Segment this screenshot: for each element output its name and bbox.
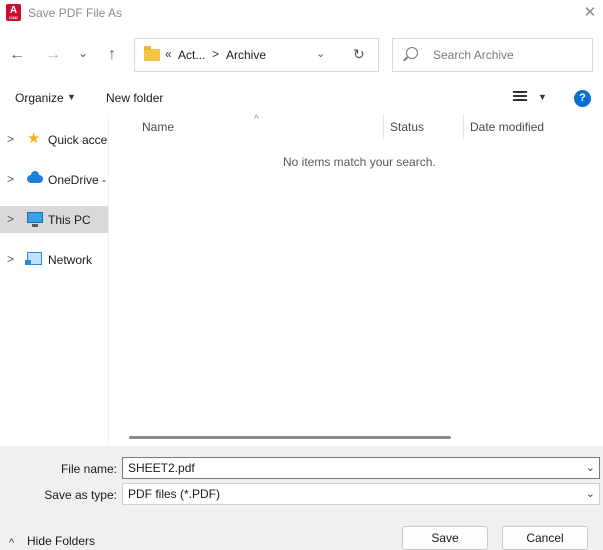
back-button[interactable]: ← — [6, 44, 28, 66]
address-bar[interactable]: « Act... > Archive ⌄ ↻ — [134, 38, 379, 72]
cancel-button[interactable]: Cancel — [502, 526, 588, 550]
breadcrumb-separator-icon[interactable]: > — [212, 47, 219, 61]
save-as-type-label: Save as type: — [44, 488, 117, 502]
column-divider[interactable] — [463, 114, 464, 139]
file-name-field[interactable]: SHEET2.pdf ⌄ — [122, 457, 600, 479]
expand-chevron-icon[interactable]: > — [7, 172, 14, 186]
chevron-down-icon[interactable]: ⌄ — [586, 458, 595, 478]
save-button[interactable]: Save — [402, 526, 488, 550]
breadcrumb-parent[interactable]: Act... — [178, 48, 205, 62]
refresh-icon[interactable]: ↻ — [353, 46, 365, 63]
sidebar-item-label: Network — [48, 253, 93, 267]
sidebar-item-label: This PC — [48, 213, 91, 227]
overflow-chevron-icon[interactable]: « — [165, 47, 172, 61]
hide-folders-button[interactable]: Hide Folders — [27, 534, 95, 548]
title-bar: A CAD Save PDF File As ✕ — [0, 0, 603, 28]
column-header-status[interactable]: Status — [390, 120, 424, 134]
close-icon[interactable]: ✕ — [579, 2, 601, 24]
sort-indicator-icon: ^ — [254, 114, 259, 125]
save-as-type-value[interactable]: PDF files (*.PDF) — [128, 487, 220, 501]
chevron-down-icon[interactable]: ⌄ — [586, 484, 595, 504]
view-caret-icon[interactable]: ▼ — [538, 92, 547, 102]
column-header-date-modified[interactable]: Date modified — [470, 120, 544, 134]
horizontal-scrollbar[interactable] — [129, 436, 451, 439]
address-dropdown-icon[interactable]: ⌄ — [316, 47, 325, 60]
new-folder-button[interactable]: New folder — [106, 91, 163, 105]
window-title: Save PDF File As — [28, 6, 123, 20]
organize-button[interactable]: Organize — [15, 91, 64, 105]
sidebar-item-onedrive[interactable]: > OneDrive - — [0, 166, 108, 193]
organize-caret-icon[interactable]: ▼ — [67, 92, 76, 102]
breadcrumb-current[interactable]: Archive — [226, 48, 266, 62]
sidebar-item-label: Quick access — [48, 133, 108, 147]
save-options-panel: File name: SHEET2.pdf ⌄ Save as type: PD… — [0, 446, 603, 550]
expand-chevron-icon[interactable]: > — [7, 132, 14, 146]
empty-message: No items match your search. — [283, 155, 436, 169]
computer-icon — [27, 212, 43, 227]
file-name-value[interactable]: SHEET2.pdf — [128, 461, 195, 475]
forward-button[interactable]: → — [42, 44, 64, 66]
sidebar-item-this-pc[interactable]: > This PC — [0, 206, 108, 233]
cloud-icon — [27, 171, 43, 183]
recent-locations-button[interactable]: ⌄ — [72, 42, 94, 64]
expand-chevron-icon[interactable]: > — [7, 252, 14, 266]
up-button[interactable]: ↑ — [101, 44, 123, 66]
search-input[interactable]: Search Archive — [433, 48, 514, 62]
app-icon: A CAD — [6, 4, 21, 21]
sidebar-item-quick-access[interactable]: > ★ Quick access — [0, 126, 108, 153]
column-divider[interactable] — [383, 114, 384, 139]
file-name-label: File name: — [60, 462, 117, 476]
file-list[interactable]: ^ Name Status Date modified No items mat… — [110, 114, 603, 446]
search-icon — [406, 47, 418, 59]
pane-divider[interactable] — [108, 114, 109, 446]
sidebar-item-network[interactable]: > Network — [0, 246, 108, 273]
chevron-up-icon[interactable]: ^ — [9, 537, 14, 549]
star-icon: ★ — [27, 130, 41, 147]
network-icon — [25, 252, 42, 265]
help-icon[interactable]: ? — [574, 90, 591, 107]
view-options-icon[interactable] — [513, 91, 527, 103]
expand-chevron-icon[interactable]: > — [7, 212, 14, 226]
save-as-type-select[interactable]: PDF files (*.PDF) ⌄ — [122, 483, 600, 505]
sidebar-item-label: OneDrive - — [48, 173, 107, 187]
folder-icon — [144, 46, 160, 61]
navigation-pane: > ★ Quick access > OneDrive - > This PC … — [0, 114, 108, 446]
search-box[interactable]: Search Archive — [392, 38, 593, 72]
app-icon-sub: CAD — [9, 15, 18, 20]
column-header-name[interactable]: Name — [142, 120, 174, 134]
